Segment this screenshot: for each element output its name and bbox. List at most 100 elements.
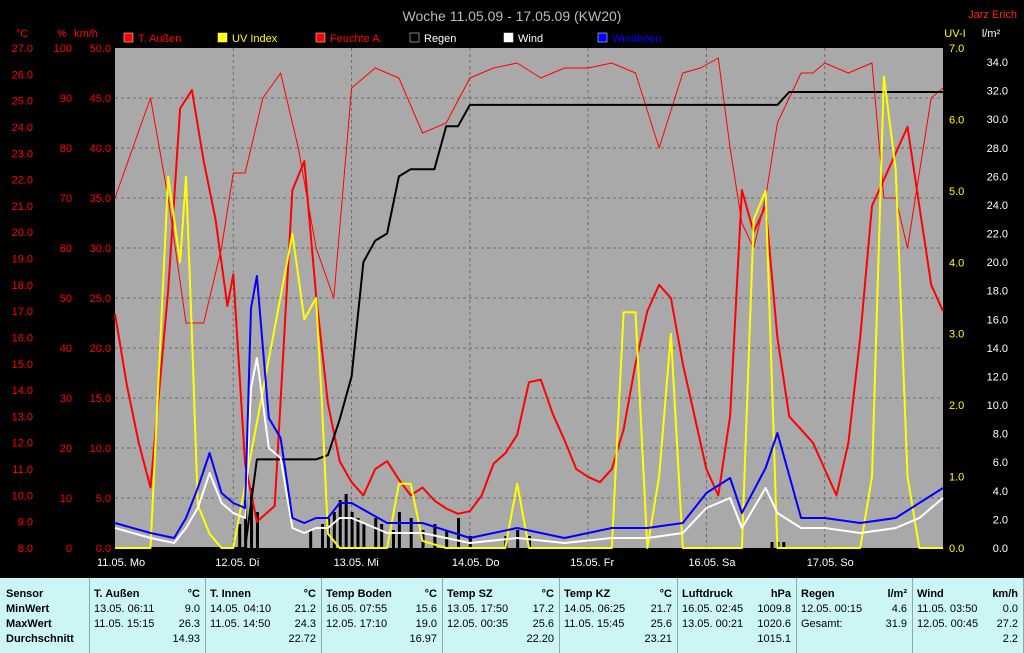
rain-bar [356, 518, 360, 548]
rain-bar [457, 518, 461, 548]
rain-bar [309, 530, 313, 548]
stats-min-value: 21.7 [650, 603, 672, 615]
x-tick-label: 17.05. So [807, 557, 854, 569]
y-tick-label-rain: 30.0 [987, 114, 1008, 126]
axis-unit-humidity: % [57, 28, 67, 40]
stats-column: T. Innen °C 14.05. 04:10 21.2 11.05. 14:50 24… [206, 578, 322, 653]
stats-column: Regen l/m² 12.05. 00:15 4.6 Gesamt: 31.9 [797, 578, 913, 653]
y-tick-label-wind_kmh: 30.0 [90, 243, 111, 255]
y-tick-label-temp_c: 15.0 [12, 359, 33, 371]
y-tick-label-uv: 7.0 [949, 43, 964, 55]
y-tick-label-wind_kmh: 20.0 [90, 343, 111, 355]
y-tick-label-humidity_pct: 40 [60, 343, 72, 355]
y-tick-label-wind_kmh: 0.0 [96, 543, 111, 555]
y-tick-label-temp_c: 16.0 [12, 332, 33, 344]
axis-unit-uv: UV-I [944, 28, 965, 40]
stats-max-value: 1020.6 [757, 618, 791, 630]
y-tick-label-humidity_pct: 80 [60, 143, 72, 155]
y-tick-label-uv: 0.0 [949, 543, 964, 555]
y-tick-label-temp_c: 24.0 [12, 122, 33, 134]
x-tick-label: 14.05. Do [452, 557, 500, 569]
y-tick-label-rain: 2.0 [993, 514, 1008, 526]
y-tick-label-rain: 28.0 [987, 143, 1008, 155]
chart-title: Woche 11.05.09 - 17.05.09 (KW20) [403, 8, 622, 24]
y-tick-label-rain: 12.0 [987, 371, 1008, 383]
legend-swatch [409, 32, 420, 43]
y-tick-label-humidity_pct: 60 [60, 243, 72, 255]
y-tick-label-temp_c: 27.0 [12, 43, 33, 55]
y-tick-label-wind_kmh: 40.0 [90, 143, 111, 155]
y-tick-label-humidity_pct: 30 [60, 393, 72, 405]
stats-unit: °C [303, 588, 316, 600]
stats-min-value: 9.0 [184, 603, 200, 615]
stats-unit: km/h [992, 588, 1018, 600]
y-tick-label-uv: 6.0 [949, 114, 964, 126]
x-tick-label: 12.05. Di [215, 557, 259, 569]
stats-column: Temp KZ °C 14.05. 06:25 21.7 11.05. 15:45 25.… [560, 578, 678, 653]
y-tick-label-temp_c: 18.0 [12, 280, 33, 292]
y-tick-label-temp_c: 10.0 [12, 490, 33, 502]
stats-max-value: 27.2 [996, 618, 1018, 630]
legend-label: UV Index [232, 33, 278, 45]
y-tick-label-rain: 8.0 [993, 429, 1008, 441]
y-tick-label-temp_c: 9.0 [18, 517, 33, 529]
stats-column: Temp SZ °C 13.05. 17:50 17.2 12.05. 00:35 25.… [443, 578, 560, 653]
y-tick-label-humidity_pct: 90 [60, 93, 72, 105]
y-tick-label-rain: 10.0 [987, 400, 1008, 412]
legend-label: T. Außen [138, 33, 181, 45]
stats-avg-value: 14.93 [172, 633, 200, 645]
y-tick-label-uv: 1.0 [949, 472, 964, 484]
y-tick-label-uv: 2.0 [949, 400, 964, 412]
stats-column: T. Außen °C 13.05. 06:11 9.0 11.05. 15:15 26.… [90, 578, 206, 653]
stats-max-value: 31.9 [885, 618, 907, 630]
y-tick-label-rain: 34.0 [987, 57, 1008, 69]
y-tick-label-temp_c: 17.0 [12, 306, 33, 318]
y-tick-label-humidity_pct: 0 [66, 543, 72, 555]
y-tick-label-wind_kmh: 35.0 [90, 193, 111, 205]
y-tick-label-temp_c: 13.0 [12, 411, 33, 423]
y-tick-label-wind_kmh: 50.0 [90, 43, 111, 55]
stats-column: Wind km/h 11.05. 03:50 0.0 12.05. 00:45 27.2 2… [913, 578, 1024, 653]
legend-label: Wind [518, 33, 543, 45]
stats-avg-value: 22.72 [288, 633, 316, 645]
rain-bar [362, 524, 366, 548]
stats-min-value: 1009.8 [757, 603, 791, 615]
y-tick-label-temp_c: 25.0 [12, 96, 33, 108]
rain-bar [770, 542, 774, 548]
y-tick-label-uv: 5.0 [949, 186, 964, 198]
stats-unit: °C [541, 588, 554, 600]
x-tick-label: 13.05. Mi [334, 557, 379, 569]
statistics-table: Sensor MinWert MaxWert Durchschnitt T. Außen… [0, 578, 1024, 653]
y-tick-label-wind_kmh: 45.0 [90, 93, 111, 105]
y-tick-label-rain: 24.0 [987, 200, 1008, 212]
y-tick-label-temp_c: 26.0 [12, 69, 33, 81]
y-tick-label-temp_c: 19.0 [12, 254, 33, 266]
stats-row-label: MaxWert [6, 618, 52, 630]
station-label: Jarz Erich [968, 9, 1017, 21]
stats-min-value: 15.6 [415, 603, 437, 615]
axis-unit-temp: °C [16, 28, 28, 40]
y-tick-label-wind_kmh: 25.0 [90, 293, 111, 305]
stats-min-value: 0.0 [1002, 603, 1018, 615]
stats-unit: hPa [770, 588, 791, 600]
legend-label: Windböen [612, 33, 662, 45]
stats-row-label: MinWert [6, 603, 50, 615]
y-tick-label-temp_c: 11.0 [12, 464, 33, 476]
stats-max-value: 25.6 [532, 618, 554, 630]
y-tick-label-temp_c: 14.0 [12, 385, 33, 397]
y-tick-label-temp_c: 12.0 [12, 438, 33, 450]
rain-bar [238, 524, 242, 548]
stats-column: Temp Boden °C 16.05. 07:55 15.6 12.05. 17:10… [322, 578, 443, 653]
y-tick-label-humidity_pct: 50 [60, 293, 72, 305]
axis-unit-rain: l/m² [982, 28, 1001, 40]
y-tick-label-temp_c: 21.0 [12, 201, 33, 213]
rain-bar [397, 512, 401, 548]
axis-unit-wind: km/h [74, 28, 98, 40]
legend-swatch [597, 32, 608, 43]
stats-max-value: 26.3 [178, 618, 200, 630]
y-tick-label-rain: 4.0 [993, 486, 1008, 498]
y-tick-label-humidity_pct: 20 [60, 443, 72, 455]
y-tick-label-humidity_pct: 10 [60, 493, 72, 505]
x-tick-label: 11.05. Mo [97, 557, 145, 569]
stats-max-value: 19.0 [415, 618, 437, 630]
